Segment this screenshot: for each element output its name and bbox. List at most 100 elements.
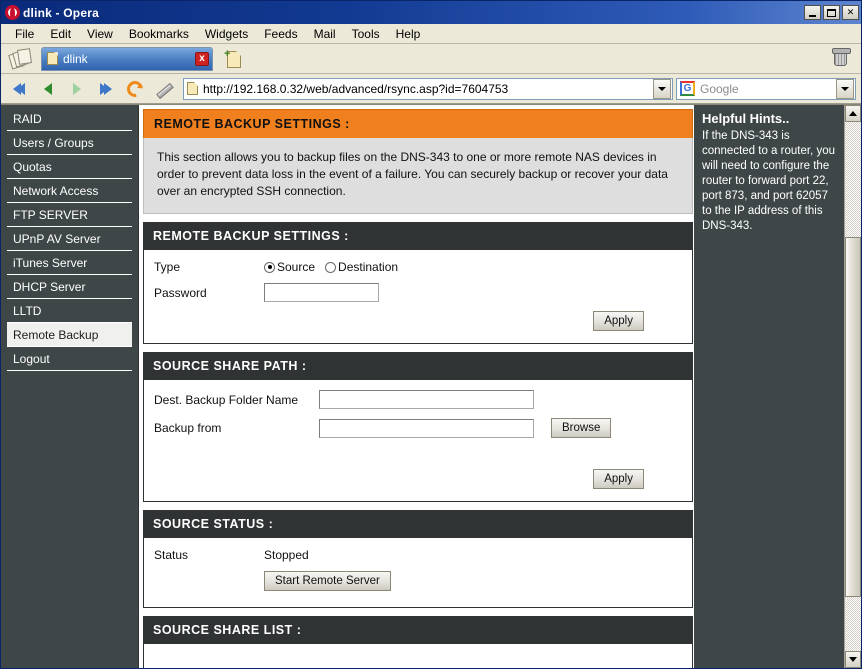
backup-from-row: Backup from Browse <box>154 418 682 438</box>
share-list-body: : Modify Setting : Delete <box>143 644 693 668</box>
status-label: Status <box>154 548 189 562</box>
dest-folder-row: Dest. Backup Folder Name <box>154 390 682 409</box>
apply-button-settings[interactable]: Apply <box>593 311 644 331</box>
type-radio-destination[interactable]: Destination <box>325 260 408 274</box>
fast-forward-icon[interactable] <box>93 77 119 101</box>
rewind-icon[interactable] <box>6 77 32 101</box>
type-row: Type Source Destination <box>154 260 682 274</box>
radio-source-icon[interactable] <box>264 261 275 273</box>
pencil-icon[interactable] <box>151 77 177 101</box>
intro-heading: REMOTE BACKUP SETTINGS : <box>143 109 693 138</box>
reload-icon[interactable] <box>122 77 148 101</box>
scroll-up-icon[interactable] <box>845 105 861 122</box>
page-viewport: RAID Users / Groups Quotas Network Acces… <box>1 104 861 668</box>
search-placeholder: Google <box>700 81 739 96</box>
hints-body: If the DNS-343 is connected to a router,… <box>702 130 835 232</box>
source-share-path-panel: SOURCE SHARE PATH : Dest. Backup Folder … <box>143 352 693 502</box>
scrollbar-thumb[interactable] <box>845 237 861 597</box>
chevron-down-icon[interactable] <box>836 78 854 99</box>
menu-item-edit[interactable]: Edit <box>42 26 79 42</box>
scrollbar-track[interactable] <box>845 122 861 651</box>
address-bar: http://192.168.0.32/web/advanced/rsync.a… <box>1 74 861 104</box>
url-input[interactable]: http://192.168.0.32/web/advanced/rsync.a… <box>183 77 673 100</box>
sidebar-item-itunes-server[interactable]: iTunes Server <box>7 251 132 275</box>
share-path-actions: Apply <box>154 447 682 489</box>
chevron-down-icon[interactable] <box>653 78 671 99</box>
close-icon[interactable]: x <box>195 51 209 66</box>
sidebar-item-network-access[interactable]: Network Access <box>7 179 132 203</box>
password-label: Password <box>154 285 207 300</box>
new-page-icon[interactable]: + <box>223 48 245 70</box>
menu-item-view[interactable]: View <box>79 26 121 42</box>
remote-backup-settings-panel: REMOTE BACKUP SETTINGS : Type Source Des… <box>143 222 693 344</box>
share-list-legend: : Modify Setting : Delete <box>154 654 682 668</box>
menu-item-bookmarks[interactable]: Bookmarks <box>121 26 197 42</box>
navigation-sidebar: RAID Users / Groups Quotas Network Acces… <box>1 105 139 668</box>
page-scrollbar[interactable] <box>844 105 861 668</box>
minimize-button[interactable] <box>804 5 821 20</box>
url-text: http://192.168.0.32/web/advanced/rsync.a… <box>203 81 509 96</box>
menu-item-widgets[interactable]: Widgets <box>197 26 256 42</box>
menu-bar: File Edit View Bookmarks Widgets Feeds M… <box>1 24 861 44</box>
google-logo: G <box>680 81 695 96</box>
backup-from-field[interactable] <box>319 418 534 438</box>
intro-panel: REMOTE BACKUP SETTINGS : This section al… <box>143 109 693 214</box>
panels-icon[interactable] <box>8 47 34 70</box>
password-row: Password <box>154 283 682 302</box>
menu-item-tools[interactable]: Tools <box>344 26 388 42</box>
sidebar-item-logout[interactable]: Logout <box>7 347 132 371</box>
page-icon <box>47 52 58 65</box>
maximize-button[interactable] <box>823 5 840 20</box>
tab-label: dlink <box>63 51 88 66</box>
sidebar-item-quotas[interactable]: Quotas <box>7 155 132 179</box>
menu-item-mail[interactable]: Mail <box>306 26 344 42</box>
search-input[interactable]: G Google <box>676 77 856 100</box>
sidebar-item-upnp-av-server[interactable]: UPnP AV Server <box>7 227 132 251</box>
trash-icon[interactable] <box>827 47 853 71</box>
radio-destination-icon[interactable] <box>325 261 337 273</box>
menu-item-feeds[interactable]: Feeds <box>256 26 305 42</box>
close-button[interactable]: ✕ <box>842 5 859 20</box>
window-controls: ✕ <box>804 5 859 20</box>
radio-source-label: Source <box>277 260 316 274</box>
status-value: Stopped <box>264 548 309 562</box>
start-remote-server-button[interactable]: Start Remote Server <box>264 571 391 591</box>
start-server-row: Start Remote Server <box>154 571 682 591</box>
opera-logo-icon <box>5 5 20 20</box>
window-title: dlink - Opera <box>23 5 99 20</box>
helpful-hints-panel: Helpful Hints.. If the DNS-343 is connec… <box>694 105 844 668</box>
settings-body: Type Source Destination Password Apply <box>143 250 693 344</box>
browse-button[interactable]: Browse <box>551 418 612 438</box>
source-status-heading: SOURCE STATUS : <box>143 510 693 538</box>
sidebar-item-users-groups[interactable]: Users / Groups <box>7 131 132 155</box>
password-field[interactable] <box>264 283 379 302</box>
menu-item-file[interactable]: File <box>7 26 42 42</box>
sidebar-item-lltd[interactable]: LLTD <box>7 299 132 323</box>
scroll-down-icon[interactable] <box>845 651 861 668</box>
sidebar-item-dhcp-server[interactable]: DHCP Server <box>7 275 132 299</box>
browser-tab-dlink[interactable]: dlink x <box>41 46 213 71</box>
backup-from-label: Backup from <box>154 421 222 435</box>
settings-heading: REMOTE BACKUP SETTINGS : <box>143 222 693 250</box>
source-status-body: Status Stopped Start Remote Server <box>143 538 693 608</box>
menu-item-help[interactable]: Help <box>388 26 429 42</box>
type-radio-source[interactable]: Source <box>264 260 325 274</box>
source-share-list-panel: SOURCE SHARE LIST : : Modify Setting : D… <box>143 616 693 668</box>
page-icon <box>187 82 198 95</box>
apply-button-share-path[interactable]: Apply <box>593 469 644 489</box>
status-row: Status Stopped <box>154 548 682 562</box>
main-content: REMOTE BACKUP SETTINGS : This section al… <box>139 105 694 668</box>
back-arrow-icon[interactable] <box>35 77 61 101</box>
sidebar-item-raid[interactable]: RAID <box>7 107 132 131</box>
sidebar-item-remote-backup[interactable]: Remote Backup <box>7 323 132 347</box>
sidebar-item-ftp-server[interactable]: FTP SERVER <box>7 203 132 227</box>
hints-title: Helpful Hints.. <box>702 111 790 126</box>
forward-arrow-icon[interactable] <box>64 77 90 101</box>
radio-destination-label: Destination <box>338 260 399 274</box>
title-bar: dlink - Opera ✕ <box>1 1 861 24</box>
opera-browser-window: dlink - Opera ✕ File Edit View Bookmarks… <box>0 0 862 669</box>
share-path-heading: SOURCE SHARE PATH : <box>143 352 693 380</box>
intro-text: This section allows you to backup files … <box>143 138 693 214</box>
dest-folder-field[interactable] <box>319 390 534 409</box>
source-status-panel: SOURCE STATUS : Status Stopped Start Rem… <box>143 510 693 608</box>
